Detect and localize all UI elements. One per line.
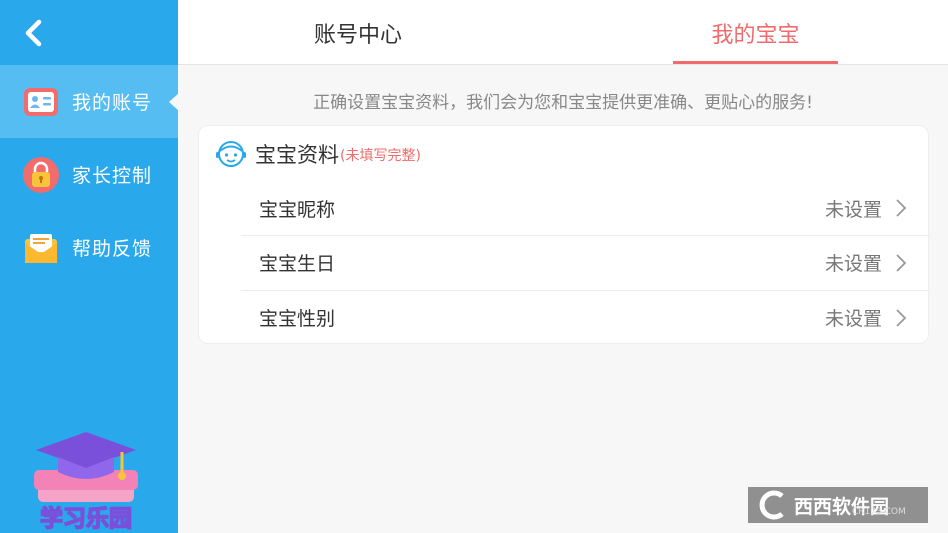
envelope-icon — [25, 233, 57, 263]
watermark-small-text: CR173.COM — [852, 507, 906, 517]
tab-my-baby[interactable]: 我的宝宝 — [673, 0, 838, 65]
row-label: 宝宝昵称 — [259, 198, 336, 221]
hint-text: 正确设置宝宝资料，我们会为您和宝宝提供更准确、更贴心的服务! — [313, 93, 813, 113]
sidebar-item-label: 家长控制 — [72, 165, 153, 187]
card-title: 宝宝资料 — [255, 143, 339, 167]
incomplete-note: (未填写完整) — [340, 148, 421, 164]
sidebar-item-parental-control[interactable]: 家长控制 — [0, 138, 178, 211]
row-baby-nickname[interactable]: 宝宝昵称 未设置 — [241, 181, 930, 235]
watermark: 西西软件园 CR173.COM — [748, 487, 928, 523]
logo-text: 学习乐园 — [40, 505, 132, 532]
tab-bar: 账号中心 我的宝宝 — [178, 0, 948, 65]
row-value: 未设置 — [824, 198, 882, 221]
row-label: 宝宝性别 — [259, 308, 336, 330]
sidebar-item-label: 我的账号 — [72, 92, 153, 114]
tab-account-center[interactable]: 账号中心 — [268, 0, 448, 65]
sidebar: 我的账号 家长控制 帮助反馈 学习乐园 — [0, 0, 179, 533]
sidebar-item-my-account[interactable]: 我的账号 — [0, 65, 179, 138]
chevron-right-icon — [896, 199, 907, 217]
watermark-logo-icon — [759, 490, 784, 520]
chevron-right-icon — [896, 253, 907, 272]
back-arrow-icon[interactable] — [18, 16, 52, 50]
row-baby-birthday[interactable]: 宝宝生日 未设置 — [241, 235, 930, 289]
row-value: 未设置 — [824, 253, 882, 275]
baby-profile-card: 宝宝资料 (未填写完整) 宝宝昵称 未设置 宝宝生日 未设置 宝宝性别 未设置 — [198, 125, 930, 344]
active-tab-indicator — [673, 61, 838, 64]
row-label: 宝宝生日 — [259, 253, 336, 275]
sidebar-item-help-feedback[interactable]: 帮助反馈 — [0, 211, 178, 284]
chevron-right-icon — [896, 308, 907, 327]
id-card-icon — [24, 87, 58, 116]
row-value: 未设置 — [824, 308, 882, 330]
lock-icon — [23, 156, 59, 193]
card-header: 宝宝资料 (未填写完整) — [215, 138, 421, 170]
baby-face-icon — [216, 141, 246, 167]
learning-park-logo: 学习乐园 — [30, 432, 142, 533]
sidebar-item-label: 帮助反馈 — [72, 238, 153, 260]
row-baby-gender[interactable]: 宝宝性别 未设置 — [241, 290, 930, 344]
